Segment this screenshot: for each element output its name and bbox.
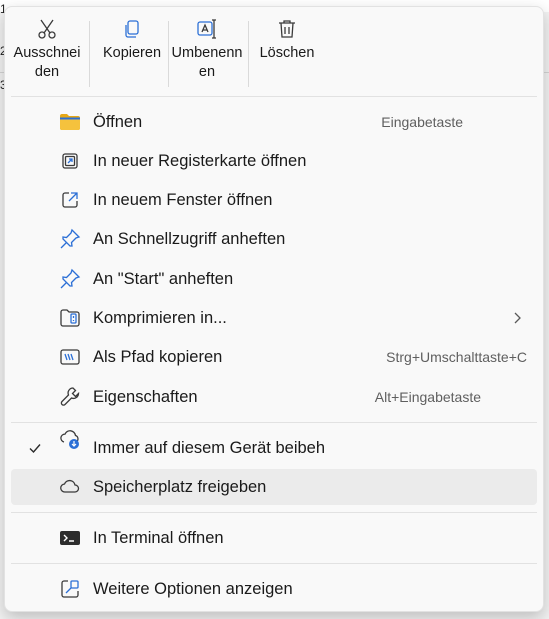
menu-item-label: In neuer Registerkarte öffnen	[93, 151, 307, 170]
menu-separator	[11, 96, 537, 97]
menu-item-label: In neuem Fenster öffnen	[93, 190, 273, 209]
menu-item-shortcut: Alt+Eingabetaste	[374, 389, 481, 405]
menu-item-pin-start[interactable]: An "Start" anheften	[11, 261, 537, 297]
cut-label: Ausschnei den	[13, 45, 81, 80]
copy-path-icon	[58, 345, 82, 369]
menu-item-open-new-window[interactable]: In neuem Fenster öffnen	[11, 182, 537, 218]
copy-label: Kopieren	[102, 45, 162, 61]
menu-separator	[11, 512, 537, 513]
copy-button[interactable]: Kopieren	[93, 17, 171, 91]
menu-item-label: An Schnellzugriff anheften	[93, 229, 286, 248]
context-menu: Ausschnei den Kopieren Umbenenn en Lösch…	[4, 6, 544, 612]
action-separator	[248, 21, 249, 87]
trash-icon	[279, 20, 295, 38]
menu-item-label: An "Start" anheften	[93, 269, 234, 288]
cloud-download-icon	[58, 428, 82, 452]
open-external-icon	[58, 188, 82, 212]
menu-separator	[11, 563, 537, 564]
rename-icon	[197, 19, 216, 39]
more-options-icon	[58, 577, 82, 601]
menu-item-label: Weitere Optionen anzeigen	[93, 579, 293, 598]
menu-item-free-up-space[interactable]: Speicherplatz freigeben	[11, 469, 537, 505]
cloud-icon	[58, 475, 82, 499]
menu-item-keep-on-device[interactable]: Immer auf diesem Gerät beibeh	[11, 430, 537, 466]
rename-button[interactable]: Umbenenn en	[169, 17, 245, 91]
chevron-right-icon	[514, 312, 521, 324]
menu-item-label: Als Pfad kopieren	[93, 347, 223, 366]
menu-item-label: Eigenschaften	[93, 387, 198, 406]
menu-item-pin-quick-access[interactable]: An Schnellzugriff anheften	[11, 221, 537, 257]
menu-item-shortcut: Eingabetaste	[381, 114, 463, 130]
menu-item-open-new-tab[interactable]: In neuer Registerkarte öffnen	[11, 143, 537, 179]
menu-item-label: In Terminal öffnen	[93, 528, 224, 547]
rename-label: Umbenenn en	[171, 45, 243, 80]
folder-icon	[58, 110, 82, 134]
menu-item-label: Komprimieren in...	[93, 308, 227, 327]
cut-button[interactable]: Ausschnei den	[9, 17, 85, 91]
delete-button[interactable]: Löschen	[251, 17, 323, 91]
delete-label: Löschen	[259, 45, 315, 61]
scissors-icon	[38, 19, 56, 39]
menu-item-open[interactable]: Öffnen Eingabetaste	[11, 104, 537, 140]
menu-item-show-more-options[interactable]: Weitere Optionen anzeigen	[11, 571, 537, 607]
terminal-icon	[58, 526, 82, 550]
menu-item-open-terminal[interactable]: In Terminal öffnen	[11, 520, 537, 556]
zip-folder-icon	[58, 306, 82, 330]
copy-icon	[125, 20, 139, 38]
wrench-icon	[58, 385, 82, 409]
checkmark-icon	[29, 444, 41, 454]
menu-item-label: Öffnen	[93, 112, 143, 131]
pin-icon	[58, 267, 82, 291]
menu-item-label: Immer auf diesem Gerät beibeh	[93, 438, 326, 457]
new-tab-icon	[58, 149, 82, 173]
menu-item-copy-path[interactable]: Als Pfad kopieren Strg+Umschalttaste+C	[11, 339, 537, 375]
menu-separator	[11, 422, 537, 423]
menu-item-shortcut: Strg+Umschalttaste+C	[386, 349, 527, 365]
action-bar: Ausschnei den Kopieren Umbenenn en Lösch…	[5, 7, 543, 95]
menu-item-compress[interactable]: Komprimieren in...	[11, 300, 537, 336]
menu-item-label: Speicherplatz freigeben	[93, 477, 267, 496]
pin-icon	[58, 227, 82, 251]
menu-item-properties[interactable]: Eigenschaften Alt+Eingabetaste	[11, 379, 537, 415]
action-separator	[89, 21, 90, 87]
